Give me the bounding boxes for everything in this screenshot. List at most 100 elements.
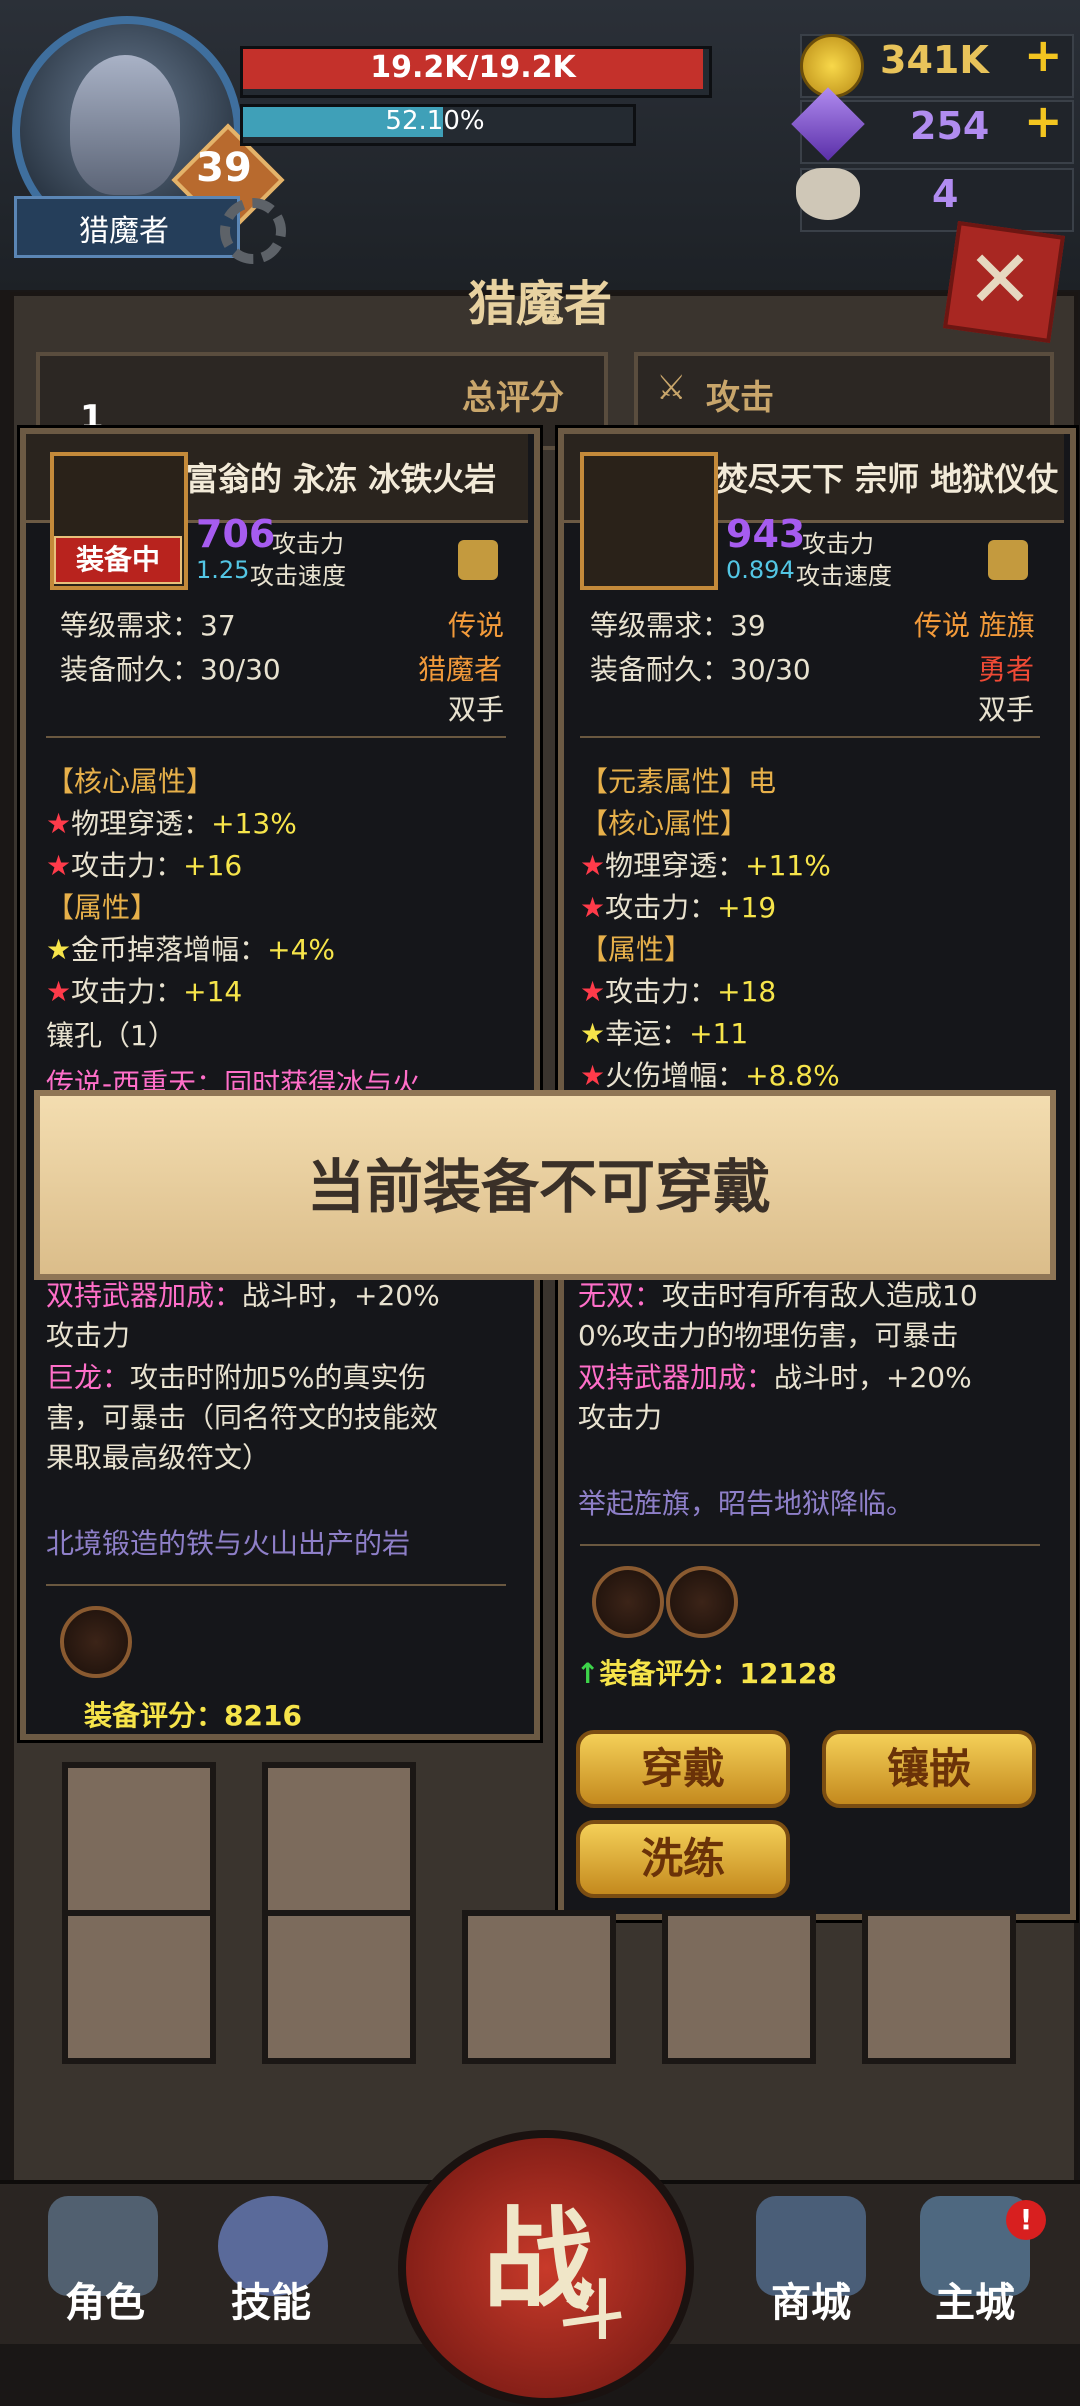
socketed-rune-icon[interactable] xyxy=(60,1606,132,1678)
gold-coin-icon xyxy=(800,34,864,98)
equipped-score: 装备评分：8216 xyxy=(84,1699,302,1732)
character-class-name: 猎魔者 xyxy=(79,214,169,249)
inventory-slot[interactable] xyxy=(662,1910,816,2064)
nav-shop[interactable]: 商城 xyxy=(736,2270,886,2328)
equipped-rarity: 传说 xyxy=(448,609,505,642)
compare-speed-value: 0.894 xyxy=(726,556,795,584)
battle-label-small[interactable]: 斗 xyxy=(560,2260,624,2352)
add-gem-button[interactable]: + xyxy=(1024,94,1063,148)
compare-class: 勇者 xyxy=(978,653,1035,686)
inventory-slot[interactable] xyxy=(62,1762,216,1916)
gem-value: 254 xyxy=(910,104,990,148)
wear-button[interactable]: 穿戴 xyxy=(576,1730,790,1808)
crossed-swords-icon: ⚔ xyxy=(656,368,687,408)
attr-row: ★金币掉落增幅：+4% xyxy=(46,933,336,966)
dual-wield-bonus-cont: 攻击力 xyxy=(578,1401,663,1434)
compare-score: ↑装备评分：12128 xyxy=(576,1657,837,1690)
attr-row: ★攻击力：+14 xyxy=(46,975,243,1008)
wushuang-effect-cont: 0%攻击力的物理伤害，可暴击 xyxy=(578,1319,959,1352)
attr-row: ★攻击力：+16 xyxy=(46,849,243,882)
attack-tab-label: 攻击 xyxy=(706,378,774,418)
inventory-slot[interactable] xyxy=(462,1910,616,2064)
inventory-slot[interactable] xyxy=(262,1762,416,1916)
attr-row: ★攻击力：+19 xyxy=(580,891,777,924)
dragon-effect-cont2: 果取最高级符文） xyxy=(46,1441,271,1474)
equipped-class: 猎魔者 xyxy=(418,653,503,686)
divider xyxy=(580,736,1040,738)
toast-text: 当前装备不可穿戴 xyxy=(306,1153,771,1221)
compare-item-name: 焚尽天下 宗师 地狱仪仗 xyxy=(716,460,1059,498)
equipped-flavor-text: 北境锻造的铁与火山出产的岩 xyxy=(46,1527,411,1560)
hp-text: 19.2K/19.2K xyxy=(370,50,576,85)
compare-atk-label: 攻击力 xyxy=(802,530,874,558)
red-star-icon: ★ xyxy=(580,1059,606,1092)
equipped-badge: 装备中 xyxy=(54,536,182,584)
compare-flavor-text: 举起旌旗，昭告地狱降临。 xyxy=(578,1487,915,1520)
add-gold-button[interactable]: + xyxy=(1024,28,1063,82)
lock-icon[interactable] xyxy=(988,540,1028,580)
empty-socket-icon[interactable] xyxy=(592,1566,664,1638)
attr-header: 【属性】 xyxy=(46,891,159,924)
dragon-effect-cont: 害，可暴击（同名符文的技能效 xyxy=(46,1401,439,1434)
core-attr-header: 【核心属性】 xyxy=(46,765,215,798)
divider xyxy=(580,1544,1040,1546)
red-star-icon: ★ xyxy=(580,891,606,924)
compare-speed-label: 攻击速度 xyxy=(796,562,892,590)
attr-row: ★火伤增幅：+8.8% xyxy=(580,1059,840,1092)
xp-text: 52.10% xyxy=(385,106,485,136)
compare-atk-value: 943 xyxy=(726,512,806,556)
divider xyxy=(46,1584,506,1586)
compare-weapon-icon xyxy=(580,452,718,590)
gear-icon[interactable] xyxy=(220,198,286,264)
equipped-speed-label: 攻击速度 xyxy=(250,562,346,590)
up-arrow-icon: ↑ xyxy=(576,1657,600,1690)
lock-icon[interactable] xyxy=(458,540,498,580)
compare-level-req: 等级需求：39 xyxy=(590,609,766,642)
element-attr-header: 【元素属性】电 xyxy=(580,765,777,798)
empty-socket-icon[interactable] xyxy=(666,1566,738,1638)
red-star-icon: ★ xyxy=(580,849,606,882)
inventory-slot[interactable] xyxy=(62,1910,216,2064)
gold-value: 341K xyxy=(880,38,989,82)
attr-row: ★物理穿透：+13% xyxy=(46,807,297,840)
equipped-item-name: 富翁的 永冻 冰铁火岩 xyxy=(186,460,497,498)
equipped-atk-value: 706 xyxy=(196,512,276,556)
yellow-star-icon: ★ xyxy=(580,1017,606,1050)
ram-skull-icon xyxy=(796,168,860,220)
equipped-level-req: 等级需求：37 xyxy=(60,609,236,642)
close-icon[interactable]: ✕ xyxy=(950,230,1050,330)
red-star-icon: ★ xyxy=(46,975,72,1008)
core-attr-header: 【核心属性】 xyxy=(580,807,749,840)
red-star-icon: ★ xyxy=(46,807,72,840)
battle-label[interactable]: 战 xyxy=(398,2170,678,2330)
equipped-atk-label: 攻击力 xyxy=(272,530,344,558)
compare-durability: 装备耐久：30/30 xyxy=(590,653,811,686)
socket-count: 镶孔（1） xyxy=(46,1019,176,1052)
attr-row: ★物理穿透：+11% xyxy=(580,849,831,882)
nav-role[interactable]: 角色 xyxy=(30,2270,180,2328)
equipped-durability: 装备耐久：30/30 xyxy=(60,653,281,686)
attr-row: ★攻击力：+18 xyxy=(580,975,777,1008)
inventory-slot[interactable] xyxy=(262,1910,416,2064)
level-value: 39 xyxy=(196,145,252,191)
dual-wield-bonus-cont: 攻击力 xyxy=(46,1319,131,1352)
inlay-button[interactable]: 镶嵌 xyxy=(822,1730,1036,1808)
attr-row: ★幸运：+11 xyxy=(580,1017,749,1050)
dual-wield-bonus: 双持武器加成：战斗时，+20% xyxy=(46,1279,440,1312)
notification-badge: ! xyxy=(1006,2200,1046,2240)
reforge-button[interactable]: 洗练 xyxy=(576,1820,790,1898)
red-star-icon: ★ xyxy=(580,975,606,1008)
compare-rarity: 传说 旌旗 xyxy=(914,609,1035,642)
compare-hand: 双手 xyxy=(978,693,1035,726)
dual-wield-bonus: 双持武器加成：战斗时，+20% xyxy=(578,1361,972,1394)
red-star-icon: ★ xyxy=(46,849,72,882)
avatar-portrait xyxy=(70,55,180,195)
equipped-speed-value: 1.25 xyxy=(196,556,250,584)
attr-header: 【属性】 xyxy=(580,933,693,966)
nav-skill[interactable]: 技能 xyxy=(196,2270,346,2328)
total-score-label: 总评分 xyxy=(462,378,564,418)
nav-city[interactable]: 主城 xyxy=(900,2270,1050,2328)
inventory-slot[interactable] xyxy=(862,1910,1016,2064)
panel-title: 猎魔者 xyxy=(467,276,612,332)
yellow-star-icon: ★ xyxy=(46,933,72,966)
